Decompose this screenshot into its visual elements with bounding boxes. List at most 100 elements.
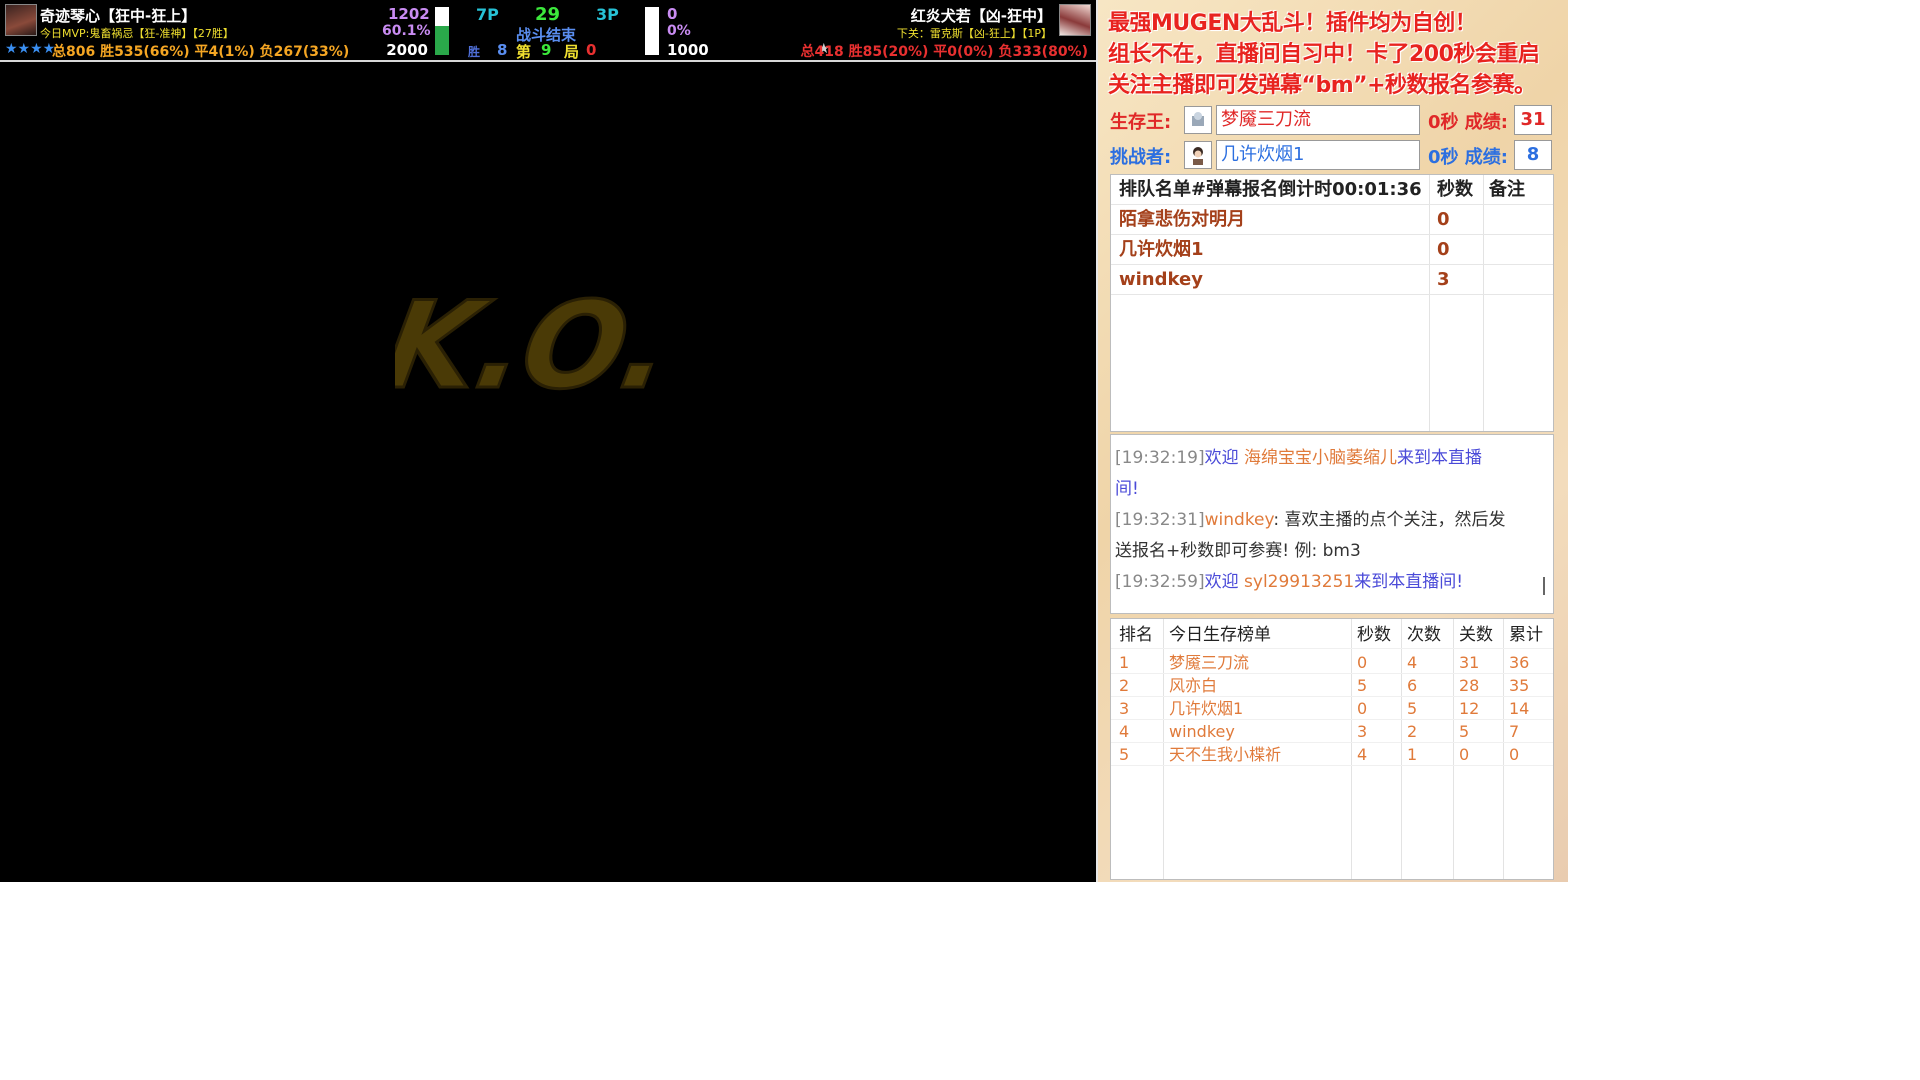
chat-time: [19:32:59] xyxy=(1115,572,1205,592)
left-record: 总806 胜535(66%) 平4(1%) 负267(33%) xyxy=(52,44,350,60)
rank-seconds: 0 xyxy=(1357,699,1368,718)
rank-stages: 12 xyxy=(1459,699,1480,718)
rank-number: 2 xyxy=(1119,676,1130,695)
left-mvp-line: 今日MVP:鬼畜祸忌【狂-准神】【27胜】 xyxy=(40,27,234,40)
round-label-pre: 第 xyxy=(516,43,532,61)
challenger-score: 8 xyxy=(1514,140,1552,170)
queue-player-seconds: 3 xyxy=(1437,269,1450,290)
right-power-value: 0 xyxy=(667,5,678,23)
rank-stages: 28 xyxy=(1459,676,1480,695)
ranking-row[interactable]: 5 天不生我小楪祈 4 1 0 0 xyxy=(1111,743,1553,766)
chat-user: windkey xyxy=(1204,510,1274,530)
ko-text: K.O. xyxy=(395,276,682,416)
left-player-avatar xyxy=(5,4,37,36)
left-power-max: 2000 xyxy=(386,41,428,59)
round-timer: 29 xyxy=(535,4,561,25)
chat-time: [19:32:31] xyxy=(1115,510,1205,530)
chat-message-wrap: 间! xyxy=(1115,479,1139,499)
rank-player-name: 风亦白 xyxy=(1169,676,1218,695)
chat-user: syl29913251 xyxy=(1244,572,1355,592)
challenger-score-label: 0秒 成绩: xyxy=(1428,147,1508,168)
chat-user: 海绵宝宝小脑萎缩儿 xyxy=(1244,448,1398,468)
chat-time: [19:32:19] xyxy=(1115,448,1205,468)
challenger-name: 几许炊烟1 xyxy=(1216,140,1420,170)
queue-row[interactable]: 几许炊烟1 0 xyxy=(1111,235,1553,265)
rank-count: 6 xyxy=(1407,676,1418,695)
challenger-avatar xyxy=(1184,141,1212,169)
survivor-label: 生存王: xyxy=(1110,112,1172,133)
right-player-name: 红炎犬若【凶-狂中】 xyxy=(910,7,1052,25)
rank-total: 14 xyxy=(1509,699,1530,718)
queue-player-name: 陌拿悲伤对明月 xyxy=(1119,209,1245,230)
chat-message-wrap: 送报名+秒数即可参赛! 例: bm3 xyxy=(1115,541,1361,561)
rank-count: 1 xyxy=(1407,745,1418,764)
ko-logo: K.O. xyxy=(395,275,683,417)
rank-count: 4 xyxy=(1407,653,1418,672)
rank-seconds: 3 xyxy=(1357,722,1368,741)
chat-panel[interactable]: [19:32:19]欢迎 海绵宝宝小脑萎缩儿来到本直播 间! [19:32:31… xyxy=(1110,434,1554,614)
right-health-bar xyxy=(645,7,659,55)
win-label: 胜 xyxy=(468,45,481,59)
queue-row[interactable]: windkey 3 xyxy=(1111,265,1553,295)
right-record: 总418 胜85(20%) 平0(0%) 负333(80%) xyxy=(800,44,1088,60)
rank-number: 4 xyxy=(1119,722,1130,741)
round-extra: 0 xyxy=(586,41,597,59)
ranking-row[interactable]: 4 windkey 3 2 5 7 xyxy=(1111,720,1553,743)
win-count: 8 xyxy=(497,41,508,59)
rank-total: 35 xyxy=(1509,676,1530,695)
ranking-table: 排名 今日生存榜单 秒数 次数 关数 累计 1 梦魇三刀流 0 4 31 36 2 风亦白 5 6… xyxy=(1110,618,1554,880)
center-right-slot: 3P xyxy=(596,5,619,24)
rank-player-name: 天不生我小楪祈 xyxy=(1169,745,1282,764)
queue-player-name: 几许炊烟1 xyxy=(1119,239,1204,260)
rank-header-total: 累计 xyxy=(1509,625,1543,645)
banner-line-2: 组长不在，直播间自习中！卡了200秒会重启 xyxy=(1108,42,1540,67)
game-viewport: 奇迹琴心【狂中-狂上】 今日MVP:鬼畜祸忌【狂-准神】【27胜】 ★★★★ 总… xyxy=(0,0,1098,882)
rank-number: 3 xyxy=(1119,699,1130,718)
survivor-score: 31 xyxy=(1514,105,1552,135)
queue-header-title: 排队名单#弹幕报名倒计时00:01:36 xyxy=(1119,179,1422,200)
ranking-header: 排名 今日生存榜单 秒数 次数 关数 累计 xyxy=(1111,621,1553,649)
rank-number: 1 xyxy=(1119,653,1130,672)
ranking-row[interactable]: 3 几许炊烟1 0 5 12 14 xyxy=(1111,697,1553,720)
left-player-name: 奇迹琴心【狂中-狂上】 xyxy=(40,7,197,25)
chat-text: 来到本直播间! xyxy=(1354,572,1464,592)
round-number: 9 xyxy=(541,41,552,59)
rank-header-seconds: 秒数 xyxy=(1357,625,1391,645)
rank-player-name: 几许炊烟1 xyxy=(1169,699,1244,718)
rank-player-name: 梦魇三刀流 xyxy=(1169,653,1250,672)
center-left-slot: 7P xyxy=(476,5,499,24)
rank-player-name: windkey xyxy=(1169,722,1235,741)
survivor-score-label: 0秒 成绩: xyxy=(1428,112,1508,133)
side-panel: 最强MUGEN大乱斗！插件均为自创！ 组长不在，直播间自习中！卡了200秒会重启… xyxy=(1098,0,1568,882)
queue-row[interactable]: 陌拿悲伤对明月 0 xyxy=(1111,205,1553,235)
queue-header-note: 备注 xyxy=(1489,179,1525,200)
chat-text: 来到本直播 xyxy=(1397,448,1483,468)
left-power-percent: 60.1% xyxy=(382,23,431,39)
rank-total: 0 xyxy=(1509,745,1520,764)
challenger-avatar-icon xyxy=(1193,147,1203,165)
queue-header: 排队名单#弹幕报名倒计时00:01:36 秒数 备注 xyxy=(1111,175,1553,205)
rank-stages: 31 xyxy=(1459,653,1480,672)
left-power-value: 1202 xyxy=(388,5,430,23)
chat-text: 欢迎 xyxy=(1204,448,1245,468)
chat-text: 欢迎 xyxy=(1204,572,1245,592)
rank-stages: 5 xyxy=(1459,722,1470,741)
ranking-row[interactable]: 1 梦魇三刀流 0 4 31 36 xyxy=(1111,651,1553,674)
rank-count: 2 xyxy=(1407,722,1418,741)
right-power-percent: 0% xyxy=(667,23,691,39)
queue-player-seconds: 0 xyxy=(1437,209,1450,230)
chat-message: [19:32:59]欢迎 syl29913251来到本直播间! xyxy=(1115,567,1463,598)
right-player-avatar xyxy=(1059,4,1091,36)
survivor-avatar-icon xyxy=(1192,112,1204,126)
rank-seconds: 0 xyxy=(1357,653,1368,672)
hud-bar: 奇迹琴心【狂中-狂上】 今日MVP:鬼畜祸忌【狂-准神】【27胜】 ★★★★ 总… xyxy=(0,0,1096,62)
banner-line-3: 关注主播即可发弹幕“bm”+秒数报名参赛。 xyxy=(1108,73,1536,98)
rank-header-rank: 排名 xyxy=(1119,625,1153,645)
round-label-post: 局 xyxy=(564,43,580,61)
ranking-row[interactable]: 2 风亦白 5 6 28 35 xyxy=(1111,674,1553,697)
left-stars: ★★★★ xyxy=(5,41,56,57)
chat-scrollbar[interactable] xyxy=(1543,577,1545,595)
survivor-avatar xyxy=(1184,106,1212,134)
rank-count: 5 xyxy=(1407,699,1418,718)
survivor-name: 梦魇三刀流 xyxy=(1216,105,1420,135)
